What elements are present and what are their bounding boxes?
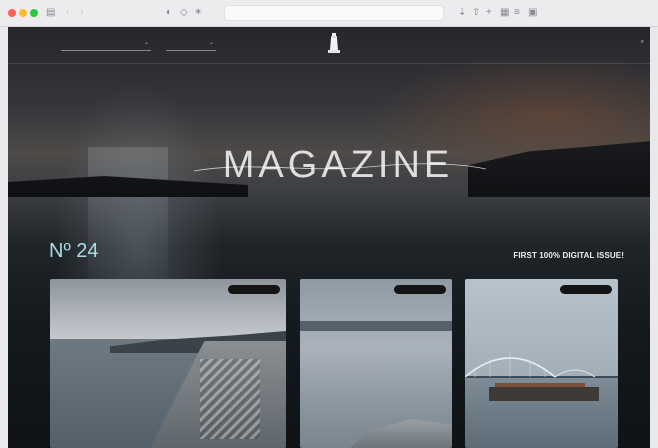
new-tab-icon[interactable]: +: [486, 6, 492, 20]
back-icon[interactable]: ‹: [66, 6, 69, 20]
share-icon[interactable]: ⇧: [472, 6, 480, 20]
card-category-badge[interactable]: [228, 285, 280, 294]
card-category-badge[interactable]: [394, 285, 446, 294]
chevron-down-icon: ⌄: [208, 40, 214, 46]
close-window-button[interactable]: [8, 9, 16, 17]
digital-issue-note: FIRST 100% DIGITAL ISSUE!: [513, 251, 624, 260]
zoom-window-button[interactable]: [30, 9, 38, 17]
minimize-window-button[interactable]: [19, 9, 27, 17]
issue-number: Nº 24: [49, 240, 99, 262]
card-image-barge: [489, 387, 599, 401]
hero-background-hills: [468, 139, 650, 197]
card-image-shore: [300, 321, 452, 331]
card-category-badge[interactable]: [560, 285, 612, 294]
sidebar-icon[interactable]: ▤: [46, 6, 55, 20]
category-dropdown[interactable]: ⌄: [61, 36, 151, 51]
bridge-illustration: [465, 352, 618, 378]
privacy-icon[interactable]: ✶: [194, 6, 202, 20]
extension-icon[interactable]: ◇: [180, 6, 188, 20]
address-bar[interactable]: [224, 5, 444, 21]
lighthouse-logo-icon[interactable]: [327, 33, 341, 53]
hero-title: MAGAZINE: [188, 143, 488, 187]
forward-icon[interactable]: ›: [80, 6, 83, 20]
title-swash-icon: [193, 163, 487, 172]
browser-toolbar: ▤ ‹ › ◐ ◇ ✶ ⇣ ⇧ + ▦ ≡ ▣: [0, 0, 658, 27]
tabs-icon[interactable]: ▦: [500, 6, 509, 20]
download-icon[interactable]: ⇣: [458, 6, 466, 20]
magazine-page: ⌄ ⌄ ⌕ MAGAZINE Nº 24 FIRST 100% DIGITAL …: [8, 27, 650, 448]
article-card[interactable]: [465, 279, 618, 448]
shield-icon[interactable]: ◐: [166, 6, 172, 20]
nav-divider: [8, 63, 650, 64]
issue-dropdown[interactable]: ⌄: [166, 36, 216, 51]
chevron-down-icon: ⌄: [143, 40, 149, 46]
search-icon[interactable]: ⌕: [641, 39, 644, 46]
article-card[interactable]: [50, 279, 286, 448]
article-card[interactable]: [300, 279, 452, 448]
reader-icon[interactable]: ≡: [514, 6, 520, 20]
card-image-pier-detail: [200, 359, 260, 439]
extensions-icon[interactable]: ▣: [528, 6, 537, 20]
